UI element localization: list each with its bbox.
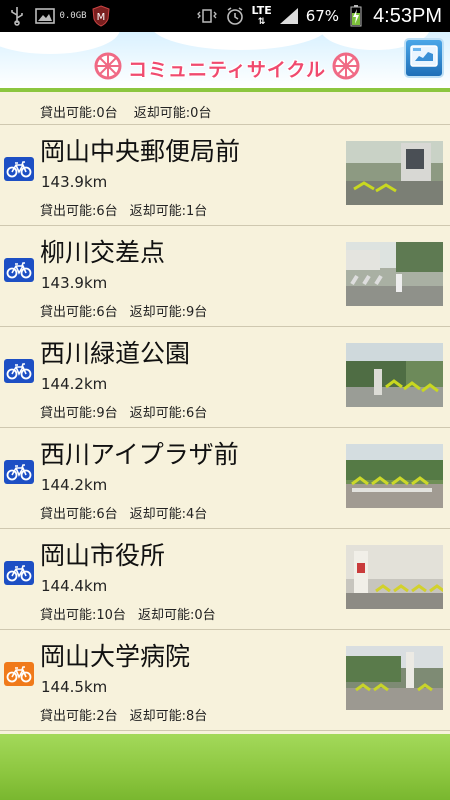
station-photo (346, 141, 443, 205)
station-row[interactable]: 西川アイプラザ前 144.2km 貸出可能:6台 返却可能:4台 (0, 428, 450, 529)
net-speed-unit: GB (75, 10, 87, 21)
availability: 貸出可能:10台 返却可能:0台 (40, 604, 216, 623)
clock: 4:53PM (373, 4, 442, 27)
station-distance: 143.9km (41, 173, 108, 191)
availability: 貸出可能:9台 返却可能:6台 (40, 402, 207, 421)
station-row[interactable]: 岡山中央郵便局前 143.9km 貸出可能:6台 返却可能:1台 (0, 125, 450, 226)
net-speed-value: 0.0 (59, 10, 76, 21)
app-title: コミュニティサイクル (128, 58, 326, 81)
availability: 貸出可能:6台 返却可能:1台 (40, 200, 207, 219)
battery-percent: 67% (305, 7, 340, 25)
svg-text:M: M (97, 12, 106, 23)
bicycle-icon (4, 359, 34, 383)
station-name: 西川緑道公園 (40, 339, 191, 368)
battery-charging-icon (345, 5, 367, 27)
station-distance: 144.5km (41, 678, 108, 696)
station-name: 岡山中央郵便局前 (40, 137, 241, 166)
rent-count: 貸出可能:10台 (40, 608, 126, 623)
app-header: コミュニティサイクル (0, 32, 450, 92)
station-photo (346, 242, 443, 306)
station-row[interactable]: 西川緑道公園 144.2km 貸出可能:9台 返却可能:6台 (0, 327, 450, 428)
rent-count: 貸出可能:6台 (40, 204, 118, 219)
station-photo (346, 343, 443, 407)
station-name: 柳川交差点 (40, 238, 166, 267)
bottom-bar (0, 734, 450, 800)
return-count: 返却可能:9台 (129, 305, 208, 320)
station-distance: 144.4km (41, 577, 108, 595)
wheel-icon (332, 52, 360, 84)
security-shield-icon: M (90, 5, 112, 27)
wheel-icon (94, 52, 122, 84)
rent-count: 貸出可能:2台 (40, 709, 118, 724)
alarm-icon (224, 5, 246, 27)
return-count: 返却可能:1台 (129, 204, 208, 219)
return-count: 返却可能:0台 (137, 608, 216, 623)
vibrate-icon (196, 5, 218, 27)
rent-count: 貸出可能:0台 (40, 106, 118, 121)
bicycle-icon (4, 460, 34, 484)
bicycle-icon (4, 561, 34, 585)
station-photo (346, 545, 443, 609)
map-icon (410, 44, 438, 72)
map-view-button[interactable] (404, 38, 444, 78)
header-title-group: コミュニティサイクル (82, 52, 372, 84)
return-count: 返却可能:4台 (129, 507, 208, 522)
return-count: 返却可能:6台 (129, 406, 208, 421)
station-name: 岡山大学病院 (40, 642, 191, 671)
rent-count: 貸出可能:9台 (40, 406, 118, 421)
rent-count: 貸出可能:6台 (40, 305, 118, 320)
header-cloud (0, 32, 120, 54)
station-row[interactable]: 柳川交差点 143.9km 貸出可能:6台 返却可能:9台 (0, 226, 450, 327)
station-photo (346, 646, 443, 710)
availability: 貸出可能:2台 返却可能:8台 (40, 705, 207, 724)
image-icon (34, 5, 56, 27)
return-count: 返却可能:0台 (133, 106, 212, 121)
network-speed-indicator: 0.0 GB (59, 5, 87, 27)
station-row[interactable]: 岡山市役所 144.4km 貸出可能:10台 返却可能:0台 (0, 529, 450, 630)
lte-indicator: LTE ⇅ (251, 3, 272, 27)
lte-label: LTE (251, 3, 272, 17)
station-distance: 144.2km (41, 375, 108, 393)
station-row[interactable]: 岡山大学病院 144.5km 貸出可能:2台 返却可能:8台 (0, 630, 450, 731)
status-bar: 0.0 GB M LTE ⇅ 67% 4:53PM (0, 0, 450, 32)
header-cloud (150, 32, 330, 50)
return-count: 返却可能:8台 (129, 709, 208, 724)
bicycle-icon (4, 258, 34, 282)
station-name: 岡山市役所 (40, 541, 166, 570)
station-distance: 143.9km (41, 274, 108, 292)
station-photo (346, 444, 443, 508)
signal-icon (278, 5, 300, 27)
availability: 貸出可能:6台 返却可能:4台 (40, 503, 207, 522)
rent-count: 貸出可能:6台 (40, 507, 118, 522)
list-item-partial[interactable]: 貸出可能:0台 返却可能:0台 (0, 96, 450, 125)
station-distance: 144.2km (41, 476, 108, 494)
availability: 貸出可能:6台 返却可能:9台 (40, 301, 207, 320)
bicycle-icon (4, 662, 34, 686)
bicycle-icon (4, 157, 34, 181)
usb-icon (6, 5, 28, 27)
station-list[interactable]: 貸出可能:0台 返却可能:0台 岡山中央郵便局前 143.9km 貸出可能:6台 返却… (0, 96, 450, 734)
station-name: 西川アイプラザ前 (40, 440, 239, 469)
